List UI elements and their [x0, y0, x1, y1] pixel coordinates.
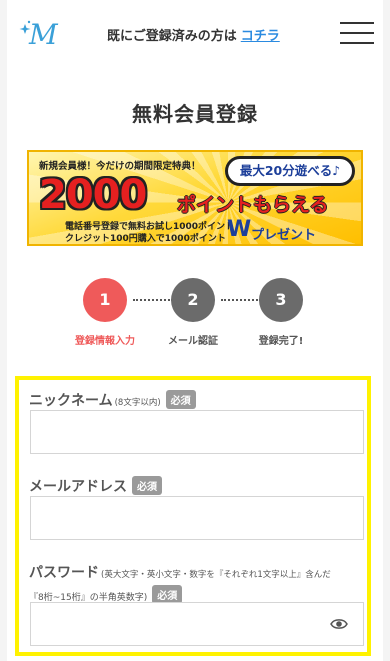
site-logo[interactable]: M	[17, 16, 61, 50]
banner-amount-suffix: ポイントもらえる	[177, 194, 329, 216]
existing-member-prompt: 既にご登録済みの方は コチラ	[107, 25, 280, 44]
logo-letter: M	[28, 18, 59, 50]
step-connector	[221, 299, 261, 301]
registration-steps: 1 2 3 登録情報入力 メール認証 登録完了!	[7, 278, 383, 348]
banner-bubble: 最大20分遊べる♪	[225, 156, 355, 186]
step-1-circle: 1	[83, 278, 127, 322]
existing-member-text: 既にご登録済みの方は	[107, 29, 237, 44]
step-connector	[133, 299, 173, 301]
email-label-text: メールアドレス	[29, 479, 127, 495]
password-input[interactable]	[30, 602, 364, 646]
step-3-label: 登録完了!	[258, 336, 304, 347]
password-field	[30, 602, 364, 646]
password-label: パスワード (英大文字・英小文字・数字を『それぞれ1文字以上』含んだ	[29, 562, 331, 582]
banner-w-letter: W	[227, 217, 252, 242]
step-2-circle: 2	[171, 278, 215, 322]
banner-amount: 2000	[39, 172, 147, 218]
eye-icon[interactable]	[330, 617, 348, 631]
email-label: メールアドレス 必須	[29, 476, 162, 496]
nickname-label: ニックネーム (8文字以内) 必須	[29, 390, 196, 410]
step-3-circle: 3	[259, 278, 303, 322]
registration-form: ニックネーム (8文字以内) 必須 メールアドレス 必須 パスワード (英大文字・英小文…	[15, 376, 371, 656]
campaign-banner[interactable]: 新規会員様！今だけの期間限定特典！ 最大20分遊べる♪ 2000 ポイントもらえ…	[27, 150, 363, 246]
nickname-label-text: ニックネーム	[29, 393, 113, 409]
menu-bar	[340, 32, 374, 34]
password-label-text: パスワード	[29, 565, 99, 581]
password-note-line1: (英大文字・英小文字・数字を『それぞれ1文字以上』含んだ	[101, 570, 331, 580]
banner-present-text: プレゼント	[251, 228, 317, 243]
nickname-input[interactable]	[30, 410, 364, 454]
site-header: M 既にご登録済みの方は コチラ	[7, 0, 383, 68]
required-badge: 必須	[132, 476, 162, 495]
banner-top-text: 新規会員様！今だけの期間限定特典！	[39, 161, 201, 172]
hamburger-menu-icon[interactable]	[340, 22, 374, 46]
nickname-note: (8文字以内)	[114, 398, 161, 408]
step-1-label: 登録情報入力	[75, 336, 135, 347]
banner-credit-offer: クレジット100円購入で1000ポイント	[65, 234, 226, 244]
menu-bar	[340, 42, 374, 44]
step-2-label: メール認証	[168, 336, 218, 347]
required-badge: 必須	[165, 390, 196, 409]
menu-bar	[340, 22, 374, 24]
page-title: 無料会員登録	[132, 102, 258, 126]
login-link[interactable]: コチラ	[241, 29, 280, 44]
registration-page: M 既にご登録済みの方は コチラ 無料会員登録 新規会員様！今だけの期間限定特典！…	[7, 0, 383, 661]
email-input[interactable]	[30, 496, 364, 540]
